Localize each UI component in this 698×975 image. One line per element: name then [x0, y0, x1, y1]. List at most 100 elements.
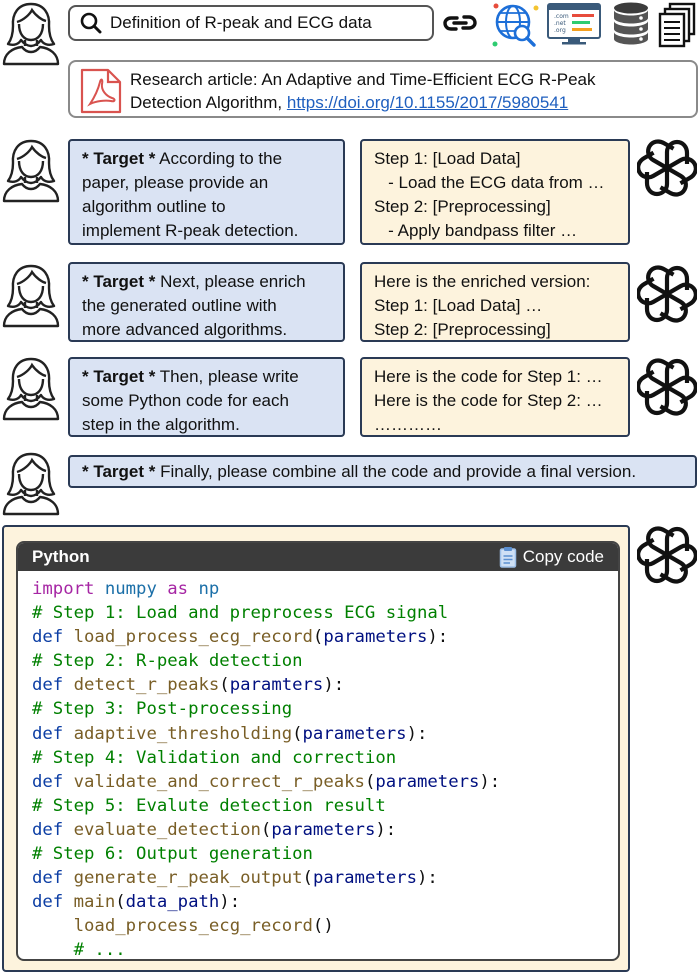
code-token: evaluate_detection — [73, 819, 261, 840]
documents-icon — [658, 2, 696, 48]
user-icon — [2, 452, 60, 516]
code-token: () — [312, 916, 334, 937]
code-token: load_process_ecg_record — [73, 916, 313, 937]
response-text: Step 1: [Load Data] — [374, 149, 521, 168]
response-text: ………… — [374, 415, 442, 434]
code-token: # Step 1: Load and preprocess ECG signal — [32, 603, 449, 624]
code-token: ): — [479, 771, 501, 792]
code-token: # Step 5: Evalute detection result — [32, 795, 386, 816]
code-token: ( — [292, 723, 303, 744]
target-label: * Target * — [82, 462, 156, 481]
website-icon: .com .net .org — [547, 3, 601, 45]
target-label: * Target * — [82, 272, 156, 291]
user-icon — [2, 2, 60, 66]
response-text: - Load the ECG data from … — [374, 173, 605, 192]
code-token: def — [32, 868, 64, 889]
code-token: parameters — [302, 723, 407, 744]
search-query: Definition of R-peak and ECG data — [110, 13, 372, 32]
code-token: adaptive_thresholding — [73, 723, 293, 744]
chatgpt-icon — [637, 357, 697, 417]
code-line: def generate_r_peak_output(parameters): — [32, 866, 618, 890]
response-box-2: Here is the enriched version: Step 1: [L… — [360, 262, 630, 342]
response-text: Step 2: [Preprocessing] — [374, 197, 551, 216]
code-token: ): — [427, 627, 449, 648]
prompt-box-3: * Target * Then, please write some Pytho… — [68, 357, 345, 437]
web-search-icon — [492, 3, 539, 47]
prompt-text: Then, please write — [159, 367, 299, 386]
code-line: # Step 5: Evalute detection result — [32, 794, 618, 818]
code-line: import numpy as np — [32, 577, 618, 601]
code-token: validate_and_correct_r_peaks — [73, 771, 365, 792]
prompt-text: Finally, please combine all the code and… — [160, 462, 637, 481]
response-text: Here is the code for Step 1: … — [374, 367, 603, 386]
code-body: import numpy as np # Step 1: Load and pre… — [18, 571, 618, 961]
code-header: Python Copy code — [18, 543, 618, 571]
code-token: # Step 3: Post-processing — [32, 699, 293, 720]
link-icon — [443, 15, 477, 31]
response-text: Step 2: [Preprocessing] — [374, 320, 551, 339]
code-line: def load_process_ecg_record(parameters): — [32, 625, 618, 649]
code-block: Python Copy code import numpy as np # Ste… — [16, 541, 620, 961]
code-line: # Step 6: Output generation — [32, 842, 618, 866]
code-token: # Step 2: R-peak detection — [32, 651, 303, 672]
code-token: numpy — [104, 579, 157, 599]
svg-text:.net: .net — [554, 20, 566, 27]
code-token: parameters — [271, 819, 376, 840]
copy-code-button[interactable]: Copy code — [499, 546, 604, 568]
chatgpt-icon — [637, 525, 697, 585]
user-icon — [2, 357, 60, 421]
code-token: as — [167, 579, 189, 599]
prompt-text: algorithm outline to — [82, 197, 226, 216]
user-icon — [2, 264, 60, 328]
code-token: ): — [219, 892, 241, 913]
article-title-line2: Detection Algorithm, — [130, 93, 287, 112]
code-token: ): — [323, 675, 345, 696]
svg-text:.com: .com — [554, 13, 569, 20]
response-text: - Apply bandpass filter … — [374, 221, 578, 240]
article-card[interactable]: Research article: An Adaptive and Time-E… — [68, 60, 698, 118]
prompt-text: According to the — [159, 149, 283, 168]
code-token: ): — [406, 723, 428, 744]
code-token: parameters — [375, 771, 480, 792]
response-text: Step 1: [Load Data] … — [374, 296, 543, 315]
code-token: generate_r_peak_output — [73, 868, 303, 889]
prompt-text: step in the algorithm. — [82, 415, 240, 434]
target-label: * Target * — [82, 367, 156, 386]
code-token: # ... — [73, 940, 126, 961]
prompt-text: the generated outline with — [82, 296, 277, 315]
code-token: parameters — [312, 868, 417, 889]
article-doi-link[interactable]: https://doi.org/10.1155/2017/5980541 — [287, 93, 568, 112]
database-icon — [614, 2, 648, 45]
code-line: # Step 3: Post-processing — [32, 697, 618, 721]
code-token: ( — [364, 771, 376, 792]
prompt-text: Next, please enrich — [160, 272, 306, 291]
clipboard-icon — [499, 547, 516, 568]
response-text: Here is the code for Step 2: … — [374, 391, 603, 410]
article-title-line1: Research article: An Adaptive and Time-E… — [130, 70, 596, 89]
code-token: # Step 4: Validation and correction — [32, 747, 397, 768]
search-bar[interactable]: Definition of R-peak and ECG data — [68, 5, 434, 41]
code-line: # ... — [32, 938, 618, 961]
code-token: ( — [219, 675, 230, 696]
code-token: ): — [416, 868, 438, 889]
code-token: load_process_ecg_record — [73, 627, 313, 648]
response-box-3: Here is the code for Step 1: … Here is t… — [360, 357, 630, 437]
code-token: def — [32, 771, 64, 792]
code-token: data_path — [125, 892, 220, 913]
code-token: def — [32, 819, 64, 840]
code-token: def — [32, 675, 64, 696]
code-line: # Step 2: R-peak detection — [32, 649, 618, 673]
code-token: def — [32, 723, 64, 744]
code-token: ( — [312, 627, 324, 648]
code-token: np — [198, 579, 220, 599]
response-text: Here is the enriched version: — [374, 272, 591, 291]
